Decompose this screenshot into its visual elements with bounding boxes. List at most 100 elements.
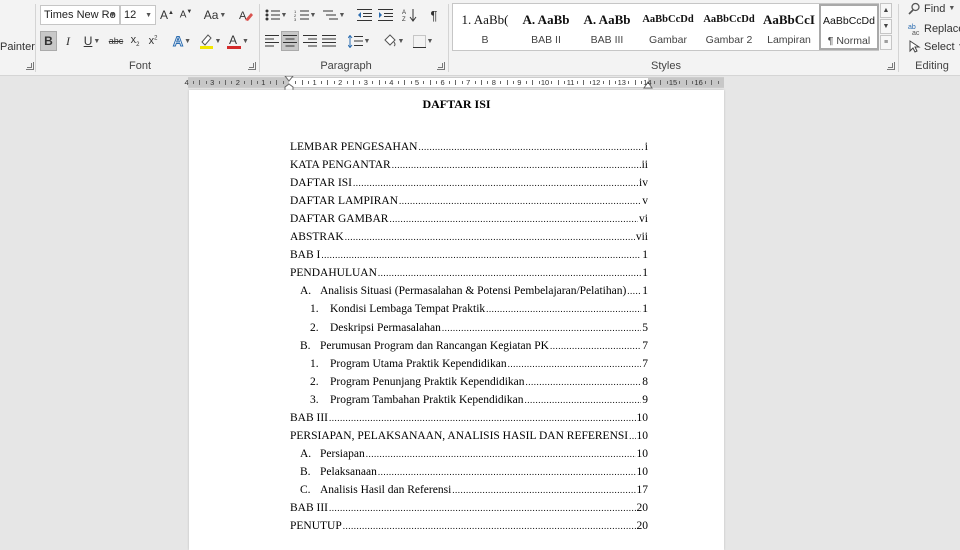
multilevel-list-button[interactable]: ▼ (321, 5, 347, 25)
ruler-tick (295, 81, 297, 84)
toc-entry[interactable]: KATA PENGANTAR..........................… (290, 159, 648, 173)
group-separator (898, 4, 899, 72)
toc-entry[interactable]: 3. Program Tambahan Praktik Kependidikan … (310, 394, 648, 408)
align-center-button[interactable] (281, 31, 299, 51)
toc-entry[interactable]: PENDAHULUAN ............................… (290, 267, 648, 281)
styles-scroll-up-icon[interactable]: ▲ (880, 3, 892, 18)
style-tile-bab-iii[interactable]: A. AaBb BAB III (577, 5, 637, 49)
shading-button[interactable]: ▼ (380, 31, 406, 51)
toc-entry-number: 2. (310, 375, 319, 388)
style-tile-b[interactable]: 1. AaBb( B (455, 5, 515, 49)
toc-entry[interactable]: A. Analisis Situasi (Permasalahan & Poten… (300, 285, 648, 299)
show-formatting-marks-button[interactable]: ¶ (426, 5, 442, 25)
shrink-font-button[interactable]: A▼ (178, 5, 194, 25)
toc-entry[interactable]: BAB III.................................… (290, 502, 648, 516)
align-left-button[interactable] (263, 31, 280, 51)
ruler-tick (557, 80, 559, 85)
toc-dot-leader: ........................................… (353, 178, 638, 189)
find-button[interactable]: Find ▼ (908, 2, 955, 15)
paragraph-dialog-launcher-icon[interactable] (437, 62, 445, 70)
change-case-button[interactable]: Aa ▼ (201, 5, 229, 25)
toc-dot-leader: ........................................… (525, 376, 642, 387)
chevron-down-icon[interactable]: ▼ (145, 12, 152, 19)
toc-entry[interactable]: 2. Deskripsi Permasalahan ...............… (310, 322, 648, 336)
toc-entry[interactable]: 1. Kondisi Lembaga Tempat Praktik .......… (310, 303, 648, 317)
ruler-tick (513, 81, 514, 84)
font-dialog-launcher-icon[interactable] (248, 62, 256, 70)
style-tile-normal[interactable]: AaBbCcDd ¶ Normal (819, 4, 879, 50)
styles-dialog-launcher-icon[interactable] (887, 62, 895, 70)
line-spacing-icon (347, 34, 363, 48)
chevron-down-icon: ▼ (93, 37, 101, 45)
toc-entry[interactable]: B. Pelaksanaan ..........................… (300, 466, 648, 480)
align-right-button[interactable] (301, 31, 318, 51)
superscript-button[interactable]: x2 (145, 31, 161, 51)
replace-label: Replace (924, 22, 960, 35)
style-tile-gambar-2[interactable]: AaBbCcDd Gambar 2 (699, 5, 759, 49)
toc-entry-page: 1 (642, 249, 648, 262)
ruler-tick (308, 81, 310, 84)
underline-button[interactable]: U ▼ (79, 31, 105, 51)
italic-button[interactable]: I (60, 31, 76, 51)
toc-entry[interactable]: DAFTAR GAMBAR...........................… (290, 213, 648, 227)
toc-entry[interactable]: A. Persiapan.............................… (300, 448, 648, 462)
bullets-button[interactable]: ▼ (263, 5, 289, 25)
toc-entry-title: Pelaksanaan (320, 465, 377, 478)
toc-entry-title: DAFTAR LAMPIRAN (290, 195, 399, 208)
bold-button[interactable]: B (40, 31, 57, 51)
ruler-tick (218, 81, 220, 84)
grow-font-button[interactable]: A▲ (159, 5, 175, 25)
replace-button[interactable]: abac Replace (908, 22, 960, 36)
toc-entry[interactable]: BAB III.................................… (290, 412, 648, 426)
font-size-combobox[interactable]: 12 ▼ (120, 5, 156, 25)
style-tile-gambar[interactable]: AaBbCcDd Gambar (638, 5, 698, 49)
highlight-color-button[interactable]: ▼ (198, 31, 222, 51)
ruler-tick (359, 81, 361, 84)
align-right-icon (302, 35, 317, 47)
font-name-combobox[interactable]: Times New Ro ▼ (40, 5, 120, 25)
clipboard-dialog-launcher-icon[interactable] (26, 62, 34, 70)
toc-entry[interactable]: C. Analisis Hasil dan Referensi..........… (300, 484, 648, 498)
paragraph-group-label: Paragraph (320, 60, 372, 72)
ruler-tick (705, 81, 706, 84)
increase-indent-button[interactable] (376, 5, 394, 25)
clear-formatting-button[interactable]: A (236, 5, 254, 25)
toc-entry[interactable]: DAFTAR ISI .............................… (290, 177, 648, 191)
toc-entry[interactable]: PERSIAPAN, PELAKSANAAN, ANALISIS HASIL D… (290, 430, 648, 444)
toc-entry-number: A. (300, 447, 312, 460)
decrease-indent-button[interactable] (355, 5, 373, 25)
toc-entry[interactable]: BAB I...................................… (290, 249, 648, 263)
line-spacing-button[interactable]: ▼ (346, 31, 372, 51)
format-painter-label[interactable]: Painter (0, 41, 35, 53)
strikethrough-button[interactable]: abc (107, 31, 125, 51)
select-button[interactable]: Select ▼ (908, 40, 960, 53)
toc-entry[interactable]: ABSTRAK.................................… (290, 231, 648, 245)
superscript-icon: x2 (148, 35, 158, 47)
chevron-down-icon[interactable]: ▼ (109, 12, 116, 19)
toc-entry[interactable]: LEMBAR PENGESAHAN.......................… (290, 141, 648, 155)
style-tile-bab-ii[interactable]: A. AaBb BAB II (516, 5, 576, 49)
toc-entry[interactable]: B. Perumusan Program dan Rancangan Kegiat… (300, 340, 648, 354)
borders-button[interactable]: ▼ (410, 31, 436, 51)
justify-button[interactable] (320, 31, 337, 51)
toc-entry[interactable]: 2. Program Penunjang Praktik Kependidikan… (310, 376, 648, 390)
text-effects-button[interactable]: A ▼ (170, 31, 194, 51)
styles-scroll-down-icon[interactable]: ▼ (880, 19, 892, 34)
horizontal-ruler[interactable]: 4 3 2 1 1 2 3 4 5 6 7 8 9 10 11 12 13 14 15 16 (185, 76, 724, 92)
font-color-button[interactable]: A ▼ (226, 31, 250, 51)
document-page[interactable]: DAFTAR ISI LEMBAR PENGESAHAN............… (189, 90, 724, 550)
styles-more-icon[interactable]: ≡ (880, 35, 892, 50)
sort-button[interactable]: AZ (400, 5, 418, 25)
toc-entry[interactable]: DAFTAR LAMPIRAN ........................… (290, 195, 648, 209)
style-name: ¶ Normal (827, 35, 871, 47)
subscript-button[interactable]: x2 (127, 31, 143, 51)
svg-text:A: A (402, 10, 406, 16)
toc-entry[interactable]: PENUTUP ................................… (290, 520, 648, 534)
select-label: Select (924, 40, 955, 53)
ruler-tick (500, 81, 502, 84)
numbering-button[interactable]: 1 2 3 ▼ (292, 5, 318, 25)
toc-entry[interactable]: 1. Program Utama Praktik Kependidikan ...… (310, 358, 648, 372)
style-tile-lampiran[interactable]: AaBbCcI Lampiran (759, 5, 819, 49)
toc-entry-page: 17 (636, 483, 649, 496)
borders-icon (412, 34, 426, 48)
